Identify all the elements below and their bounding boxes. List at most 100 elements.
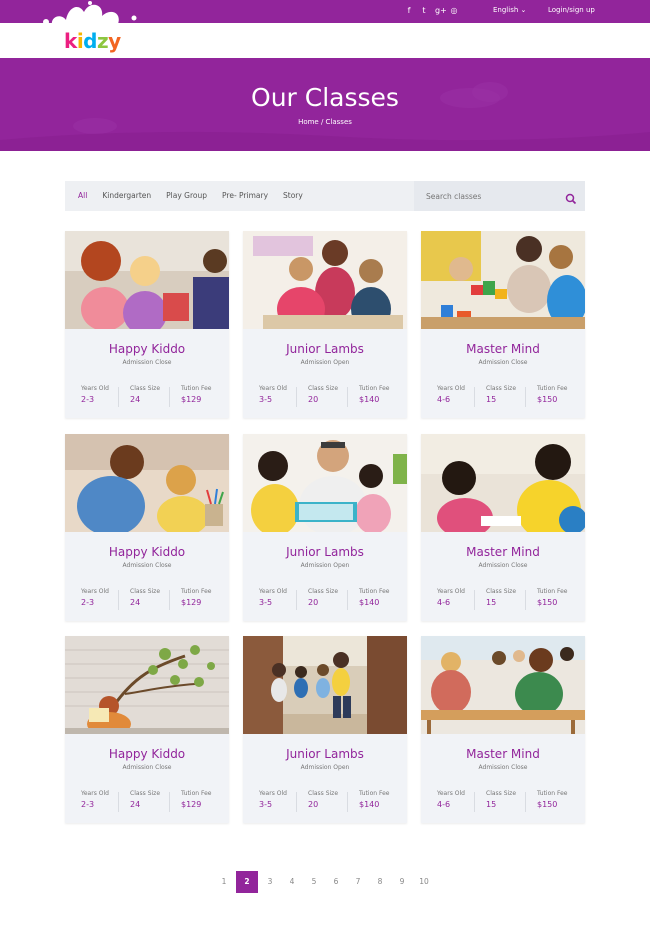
stat-size: Class Size 20 xyxy=(308,790,358,812)
class-stats: Years Old 4-6 Class Size 15 Tution Fee $150 xyxy=(421,588,585,610)
stat-size: Class Size 24 xyxy=(130,385,180,407)
stat-value: $140 xyxy=(359,395,380,404)
page-1[interactable]: 1 xyxy=(213,871,235,893)
page-title: Our Classes xyxy=(251,83,399,112)
class-card[interactable]: Happy Kiddo Admission Close Years Old 2-3 Cl… xyxy=(65,636,229,823)
class-card[interactable]: Master Mind Admission Close Years Old 4-6 Cl… xyxy=(421,231,585,418)
stat-label: Years Old xyxy=(437,588,465,595)
stat-size: Class Size 15 xyxy=(486,385,536,407)
google-plus-icon[interactable]: g+ xyxy=(435,5,447,17)
class-image-girl-reading-tree[interactable] xyxy=(65,636,229,734)
page-5[interactable]: 5 xyxy=(303,871,325,893)
class-card[interactable]: Master Mind Admission Close Years Old 4-6 Cl… xyxy=(421,434,585,621)
class-card[interactable]: Junior Lambs Admission Open Years Old 3-5 Cl… xyxy=(243,231,407,418)
page-2[interactable]: 2 xyxy=(236,871,258,893)
stat-value: 24 xyxy=(130,800,141,809)
stat-value: 2-3 xyxy=(81,395,95,404)
logo-letter-k: k xyxy=(64,29,77,53)
stat-label: Tution Fee xyxy=(181,385,212,392)
class-title[interactable]: Happy Kiddo xyxy=(65,747,229,761)
page-9[interactable]: 9 xyxy=(391,871,413,893)
class-card[interactable]: Master Mind Admission Close Years Old 4-6 Cl… xyxy=(421,636,585,823)
class-stats: Years Old 2-3 Class Size 24 Tution Fee $129 xyxy=(65,385,229,407)
tab-all[interactable]: All xyxy=(78,191,87,200)
stat-fee: Tution Fee $129 xyxy=(181,790,231,812)
class-image-kids-building-blocks[interactable] xyxy=(421,231,585,329)
search-input[interactable] xyxy=(414,181,554,211)
stat-age: Years Old 4-6 xyxy=(437,588,487,610)
stat-label: Years Old xyxy=(259,790,287,797)
stat-size: Class Size 24 xyxy=(130,588,180,610)
class-title[interactable]: Junior Lambs xyxy=(243,747,407,761)
stat-value: 3-5 xyxy=(259,598,273,607)
page-6[interactable]: 6 xyxy=(325,871,347,893)
chevron-down-icon: ⌄ xyxy=(520,6,527,14)
kidzy-logo[interactable]: kidzy xyxy=(64,29,121,53)
stat-label: Class Size xyxy=(308,385,339,392)
instagram-icon[interactable]: ◎ xyxy=(450,5,458,17)
stat-divider xyxy=(525,387,526,407)
tab-pre-primary[interactable]: Pre- Primary xyxy=(222,191,268,200)
class-title[interactable]: Master Mind xyxy=(421,342,585,356)
login-link[interactable]: Login/sign up xyxy=(548,6,595,14)
tab-play-group[interactable]: Play Group xyxy=(166,191,207,200)
stat-label: Class Size xyxy=(130,588,161,595)
page-8[interactable]: 8 xyxy=(369,871,391,893)
stat-label: Years Old xyxy=(81,790,109,797)
class-card[interactable]: Junior Lambs Admission Open Years Old 3-5 Cl… xyxy=(243,636,407,823)
stat-value: $150 xyxy=(537,395,558,404)
class-image-teacher-with-kids[interactable] xyxy=(243,231,407,329)
class-title[interactable]: Master Mind xyxy=(421,747,585,761)
stat-label: Class Size xyxy=(308,790,339,797)
tab-story[interactable]: Story xyxy=(283,191,303,200)
class-card[interactable]: Happy Kiddo Admission Close Years Old 2-3 Cl… xyxy=(65,231,229,418)
stat-label: Tution Fee xyxy=(537,588,568,595)
class-image-mother-girl-drawing[interactable] xyxy=(65,434,229,532)
page-3[interactable]: 3 xyxy=(259,871,281,893)
stat-value: 20 xyxy=(308,395,319,404)
tab-kindergarten[interactable]: Kindergarten xyxy=(102,191,151,200)
stat-age: Years Old 4-6 xyxy=(437,790,487,812)
class-image-classroom-desks[interactable] xyxy=(421,636,585,734)
class-stats: Years Old 4-6 Class Size 15 Tution Fee $150 xyxy=(421,385,585,407)
admission-status: Admission Close xyxy=(122,359,172,366)
search-icon[interactable] xyxy=(565,190,577,205)
class-title[interactable]: Happy Kiddo xyxy=(65,342,229,356)
stat-value: 4-6 xyxy=(437,395,451,404)
stat-fee: Tution Fee $150 xyxy=(537,385,587,407)
pagination: 1 2 3 4 5 6 7 8 9 10 xyxy=(213,871,435,893)
admission-status: Admission Close xyxy=(478,764,528,771)
class-card[interactable]: Junior Lambs Admission Open Years Old 3-5 Cl… xyxy=(243,434,407,621)
logo-letter-y: y xyxy=(108,29,121,53)
class-image-girl-with-teacher[interactable] xyxy=(421,434,585,532)
class-title[interactable]: Master Mind xyxy=(421,545,585,559)
stat-divider xyxy=(169,387,170,407)
class-title[interactable]: Junior Lambs xyxy=(243,545,407,559)
stat-age: Years Old 3-5 xyxy=(259,385,309,407)
stat-fee: Tution Fee $150 xyxy=(537,790,587,812)
page-10[interactable]: 10 xyxy=(413,871,435,893)
stat-value: 3-5 xyxy=(259,800,273,809)
social-links: f t g+ ◎ xyxy=(405,5,458,17)
class-image-grandpa-reading[interactable] xyxy=(243,434,407,532)
page-7[interactable]: 7 xyxy=(347,871,369,893)
twitter-icon[interactable]: t xyxy=(420,5,428,17)
breadcrumb[interactable]: Home / Classes xyxy=(0,118,650,126)
stat-value: $129 xyxy=(181,598,202,607)
stat-size: Class Size 15 xyxy=(486,790,536,812)
class-image-girls-painting[interactable] xyxy=(65,231,229,329)
language-selector[interactable]: English ⌄ xyxy=(493,6,526,14)
class-title[interactable]: Happy Kiddo xyxy=(65,545,229,559)
facebook-icon[interactable]: f xyxy=(405,5,413,17)
class-card[interactable]: Happy Kiddo Admission Close Years Old 2-3 Cl… xyxy=(65,434,229,621)
stat-size: Class Size 15 xyxy=(486,588,536,610)
stat-value: 24 xyxy=(130,598,141,607)
class-image-kids-running-hallway[interactable] xyxy=(243,636,407,734)
stat-label: Class Size xyxy=(486,588,517,595)
page-4[interactable]: 4 xyxy=(281,871,303,893)
class-title[interactable]: Junior Lambs xyxy=(243,342,407,356)
stat-value: 4-6 xyxy=(437,598,451,607)
stat-divider xyxy=(296,590,297,610)
stat-label: Class Size xyxy=(130,790,161,797)
admission-status: Admission Close xyxy=(122,764,172,771)
